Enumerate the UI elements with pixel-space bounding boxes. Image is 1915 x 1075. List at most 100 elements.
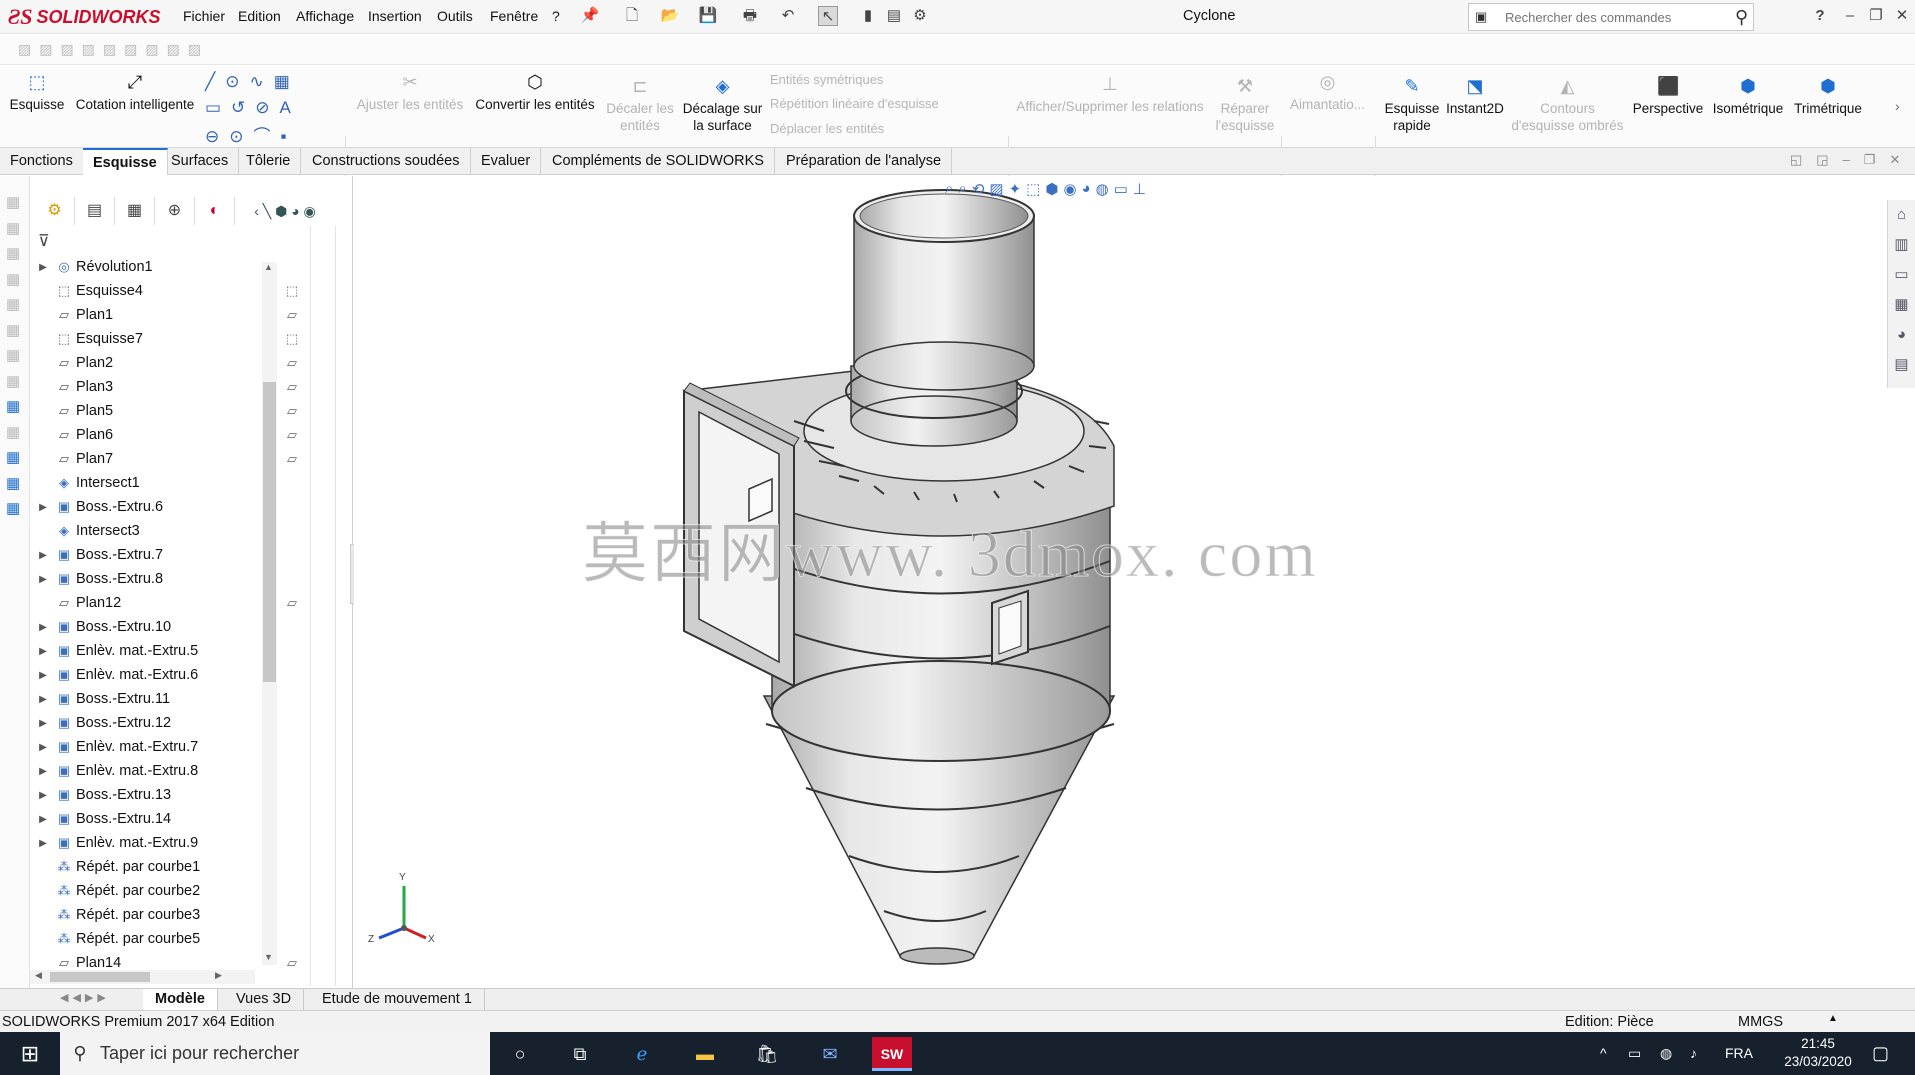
view-orientation-icon[interactable]: ⬚ (1026, 180, 1040, 202)
tab-surfaces[interactable]: Surfaces (161, 148, 240, 175)
tree-item[interactable]: ⁂ Répét. par courbe2 (30, 879, 201, 903)
save-icon[interactable]: 💾 (698, 6, 718, 26)
tab-evaluer[interactable]: Evaluer (471, 148, 542, 175)
cortana-icon[interactable]: ○ (500, 1037, 540, 1071)
volume-icon[interactable]: ♪ (1690, 1032, 1697, 1075)
expand-arrow-icon[interactable]: ▶ (36, 694, 50, 705)
plane-visibility-icon[interactable]: ▱ (284, 427, 300, 443)
zoom-area-icon[interactable]: ⌕ (958, 180, 966, 202)
tree-item[interactable]: ◈ Intersect1 (30, 471, 140, 495)
tree-item[interactable]: ▱ Plan5 (30, 399, 113, 423)
triad-view-icon[interactable]: ⊥ (1133, 180, 1146, 202)
undo-icon[interactable]: ↶ (778, 6, 798, 26)
scroll-down-icon[interactable]: ▼ (264, 952, 273, 962)
expand-arrow-icon[interactable]: ▶ (36, 670, 50, 681)
edit-appearance-icon[interactable]: ◕ (1082, 180, 1091, 202)
offset-entities-button[interactable]: ⊏ Décaler les entités (605, 76, 675, 134)
menu-edition[interactable]: Edition (238, 8, 281, 24)
filter-icon[interactable]: ⊽ (38, 231, 50, 251)
plane-visibility-icon[interactable]: ▱ (284, 451, 300, 467)
expand-arrow-icon[interactable]: ▶ (36, 646, 50, 657)
zoom-to-fit-icon[interactable]: ⌕ (945, 180, 953, 202)
help-icon[interactable]: ? (1810, 6, 1830, 26)
menu-help[interactable]: ? (552, 8, 560, 24)
tray-chevron-icon[interactable]: ^ (1600, 1032, 1607, 1075)
section-view-icon[interactable]: ▨ (989, 180, 1003, 202)
configurationmanager-tab-icon[interactable]: ▦ (115, 197, 155, 225)
tab-complements[interactable]: Compléments de SOLIDWORKS (542, 148, 775, 175)
mail-icon[interactable]: ✉ (810, 1037, 850, 1071)
tree-item[interactable]: ▶ ▣ Boss.-Extru.10 (30, 615, 171, 639)
more-tabs-icon[interactable]: ‹ ╲ ⬢ ◕ ◉ (235, 197, 335, 225)
close-icon[interactable]: ✕ (1892, 6, 1912, 26)
sketch-visibility-icon[interactable]: ⬚ (284, 283, 300, 299)
menu-insertion[interactable]: Insertion (368, 8, 422, 24)
tab-scroll-arrows-icon[interactable]: ◀◀▶▶ (60, 991, 110, 1004)
sketch-entity-icons[interactable]: ▨▨▨▨▨▨▨▨▨ (18, 41, 209, 58)
tree-item[interactable]: ▱ Plan2 (30, 351, 113, 375)
previous-view-icon[interactable]: ⟲ (972, 180, 985, 202)
apply-scene-icon[interactable]: ◍ (1096, 180, 1109, 202)
tab-vues-3d[interactable]: Vues 3D (224, 989, 305, 1011)
plane-visibility-icon[interactable]: ▱ (284, 595, 300, 611)
tree-item[interactable]: ▶ ▣ Boss.-Extru.13 (30, 783, 171, 807)
system-clock[interactable]: 21:45 23/03/2020 (1768, 1035, 1868, 1071)
custom-properties-icon[interactable]: ▤ (1888, 350, 1915, 380)
windows-start-icon[interactable]: ⊞ (0, 1032, 60, 1075)
task-view-icon[interactable]: ⧉ (560, 1037, 600, 1071)
tree-item[interactable]: ⁂ Répét. par courbe1 (30, 855, 201, 879)
minimize-icon[interactable]: – (1840, 6, 1860, 26)
command-search-input[interactable] (1505, 9, 1735, 25)
tree-item[interactable]: ▶ ▣ Boss.-Extru.12 (30, 711, 171, 735)
instant2d-button[interactable]: ⬔ Instant2D (1440, 76, 1510, 117)
expand-arrow-icon[interactable]: ▶ (36, 574, 50, 585)
plane-visibility-icon[interactable]: ▱ (284, 955, 300, 971)
expand-arrow-icon[interactable]: ▶ (36, 814, 50, 825)
expand-arrow-icon[interactable]: ▶ (36, 622, 50, 633)
home-icon[interactable]: ⌂ (1888, 200, 1915, 230)
status-units[interactable]: MMGS (1738, 1014, 1783, 1030)
expand-arrow-icon[interactable]: ▶ (36, 550, 50, 561)
restore-icon[interactable]: ❐ (1866, 6, 1886, 26)
tree-item[interactable]: ▱ Plan12 (30, 591, 121, 615)
plane-visibility-icon[interactable]: ▱ (284, 355, 300, 371)
pin-icon[interactable]: 📌 (580, 6, 600, 26)
repair-sketch-button[interactable]: ⚒ Réparer l'esquisse (1210, 76, 1280, 134)
tab-preparation-analyse[interactable]: Préparation de l'analyse (776, 148, 953, 175)
tree-item[interactable]: ▶ ▣ Enlèv. mat.-Extru.9 (30, 831, 198, 855)
tree-item[interactable]: ⬚ Esquisse7 (30, 327, 143, 351)
tree-item[interactable]: ▱ Plan6 (30, 423, 113, 447)
tree-horizontal-scrollbar[interactable]: ◀ ▶ (30, 970, 255, 984)
move-entities-button[interactable]: Déplacer les entités (770, 121, 884, 136)
scroll-thumb[interactable] (263, 382, 276, 682)
view-settings-icon[interactable]: ▭ (1114, 180, 1128, 202)
plane-visibility-icon[interactable]: ▱ (284, 403, 300, 419)
scroll-up-icon[interactable]: ▲ (264, 262, 273, 272)
expand-arrow-icon[interactable]: ▶ (36, 766, 50, 777)
command-search[interactable]: ▣ ⚲ (1468, 3, 1754, 31)
appearances-icon[interactable]: ◕ (1888, 320, 1915, 350)
expand-arrow-icon[interactable]: ▶ (36, 838, 50, 849)
traffic-light-icon[interactable]: ▮ (858, 6, 878, 26)
snap-button[interactable]: ◎ Aimantatio... (1285, 72, 1370, 113)
expand-arrow-icon[interactable]: ▶ (36, 262, 50, 273)
tree-item[interactable]: ▶ ▣ Boss.-Extru.7 (30, 543, 163, 567)
menu-affichage[interactable]: Affichage (296, 8, 354, 24)
file-explorer-icon[interactable]: ▭ (1888, 260, 1915, 290)
search-icon[interactable]: ⚲ (1735, 7, 1748, 28)
tab-modele[interactable]: Modèle (143, 989, 218, 1011)
display-manager-tab-icon[interactable]: ◐ (195, 197, 235, 225)
tree-item[interactable]: ◈ Intersect3 (30, 519, 140, 543)
offset-on-surface-button[interactable]: ◈ Décalage sur la surface (680, 76, 765, 134)
file-properties-icon[interactable]: ▤ (884, 6, 904, 26)
expand-arrow-icon[interactable]: ▶ (36, 718, 50, 729)
shaded-contours-button[interactable]: ◭ Contours d'esquisse ombrés (1510, 76, 1625, 134)
tree-item[interactable]: ▶ ▣ Boss.-Extru.6 (30, 495, 163, 519)
file-explorer-taskbar-icon[interactable]: ▬ (685, 1037, 725, 1071)
tree-vertical-scrollbar[interactable]: ▲ ▼ (262, 262, 277, 965)
tab-etude-mouvement[interactable]: Etude de mouvement 1 (310, 989, 485, 1011)
mirror-entities-button[interactable]: Entités symétriques (770, 72, 883, 87)
print-icon[interactable]: 🖶 (740, 6, 760, 26)
trim-entities-button[interactable]: ✂ Ajuster les entités (355, 72, 465, 113)
linear-sketch-pattern-button[interactable]: Répétition linéaire d'esquisse (770, 96, 939, 111)
